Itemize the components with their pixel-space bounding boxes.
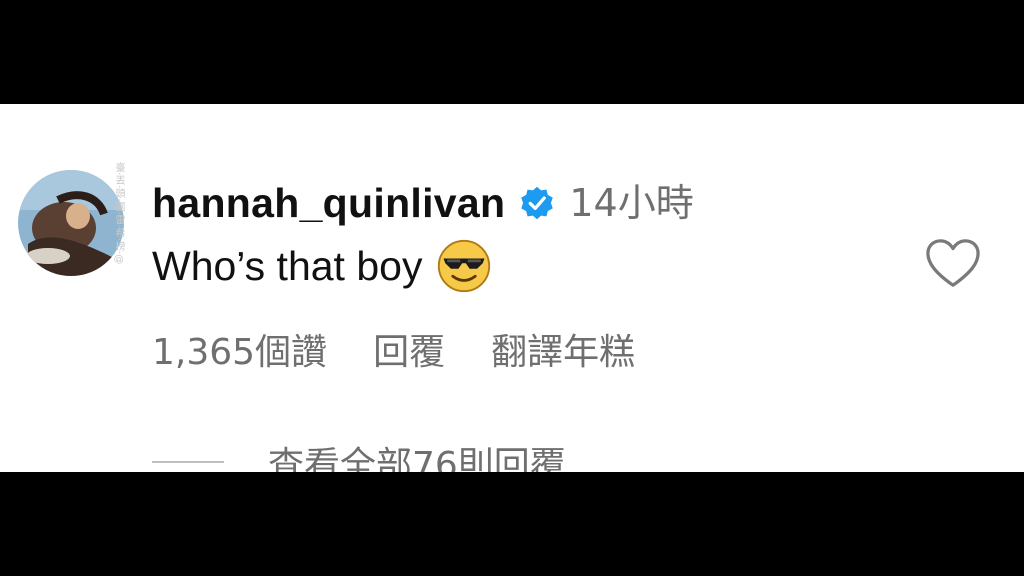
smiling-face-with-sunglasses-icon [438, 239, 491, 293]
comment-panel: 臺·丟·頭·團·雷·希·榜·@ hannah_quinlivan 14小時 Wh… [0, 104, 1024, 472]
avatar[interactable] [18, 170, 124, 276]
comment-actions: 1,365個讚 回覆 翻譯年糕 [152, 324, 635, 374]
likes-count[interactable]: 1,365個讚 [152, 323, 327, 375]
verified-badge-icon [521, 186, 554, 220]
comment-text: Who’s that boy [152, 243, 423, 289]
view-replies[interactable]: 查看全部76則回覆 [152, 438, 566, 472]
heart-outline-icon[interactable] [924, 237, 982, 291]
avatar-image [18, 170, 124, 276]
view-replies-label[interactable]: 查看全部76則回覆 [268, 436, 566, 472]
comment-body: Who’s that boy [152, 238, 492, 294]
comment-time: 14小時 [569, 181, 694, 225]
username[interactable]: hannah_quinlivan [152, 178, 505, 228]
avatar-watermark: 臺·丟·頭·團·雷·希·榜·@ [113, 162, 124, 265]
replies-divider [152, 461, 224, 463]
video-frame: 臺·丟·頭·團·雷·希·榜·@ hannah_quinlivan 14小時 Wh… [0, 0, 1024, 576]
reply-button[interactable]: 回覆 [373, 323, 445, 375]
comment-header: hannah_quinlivan 14小時 [152, 178, 694, 228]
letterbox-bottom [0, 472, 1024, 576]
translate-button[interactable]: 翻譯年糕 [491, 323, 635, 375]
letterbox-top [0, 0, 1024, 104]
